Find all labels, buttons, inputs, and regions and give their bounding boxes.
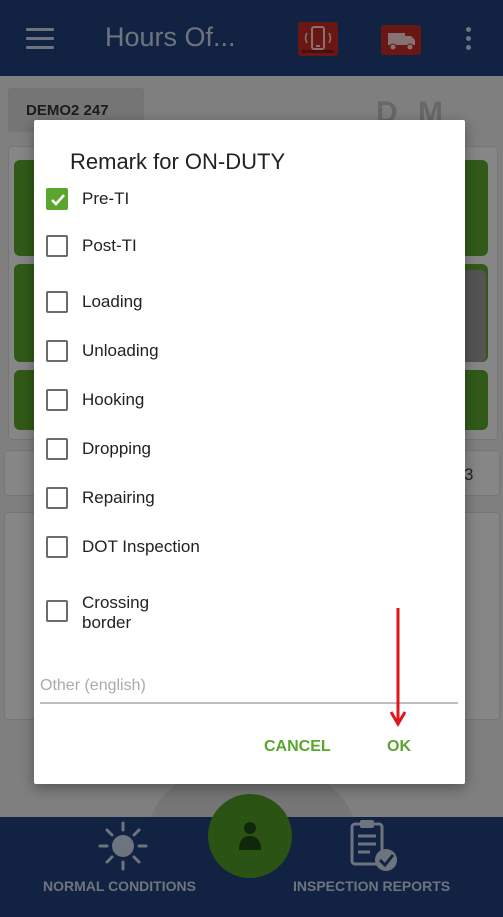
checkbox-icon[interactable] — [46, 536, 68, 558]
ok-button[interactable]: OK — [387, 738, 411, 756]
checkbox-icon[interactable] — [46, 340, 68, 362]
checkbox-checked-icon[interactable] — [46, 188, 68, 210]
option-label: Pre-TI — [82, 189, 130, 208]
option-label: Hooking — [82, 390, 145, 409]
checkbox-icon[interactable] — [46, 291, 68, 313]
option-label: DOT Inspection — [82, 537, 200, 556]
checkbox-icon[interactable] — [46, 600, 68, 622]
checkbox-icon[interactable] — [46, 389, 68, 411]
option-label: Repairing — [82, 488, 155, 507]
dialog-title: Remark for ON-DUTY — [70, 149, 286, 174]
cancel-button[interactable]: CANCEL — [264, 738, 331, 756]
checkbox-icon[interactable] — [46, 438, 68, 460]
option-label: Post-TI — [82, 236, 137, 255]
checkbox-icon[interactable] — [46, 235, 68, 257]
option-label: Dropping — [82, 439, 151, 458]
checkbox-icon[interactable] — [46, 487, 68, 509]
option-label: Loading — [82, 292, 143, 311]
option-label: Unloading — [82, 341, 159, 360]
annotation-arrow-icon — [389, 608, 407, 727]
option-label: Crossing border — [82, 593, 150, 632]
